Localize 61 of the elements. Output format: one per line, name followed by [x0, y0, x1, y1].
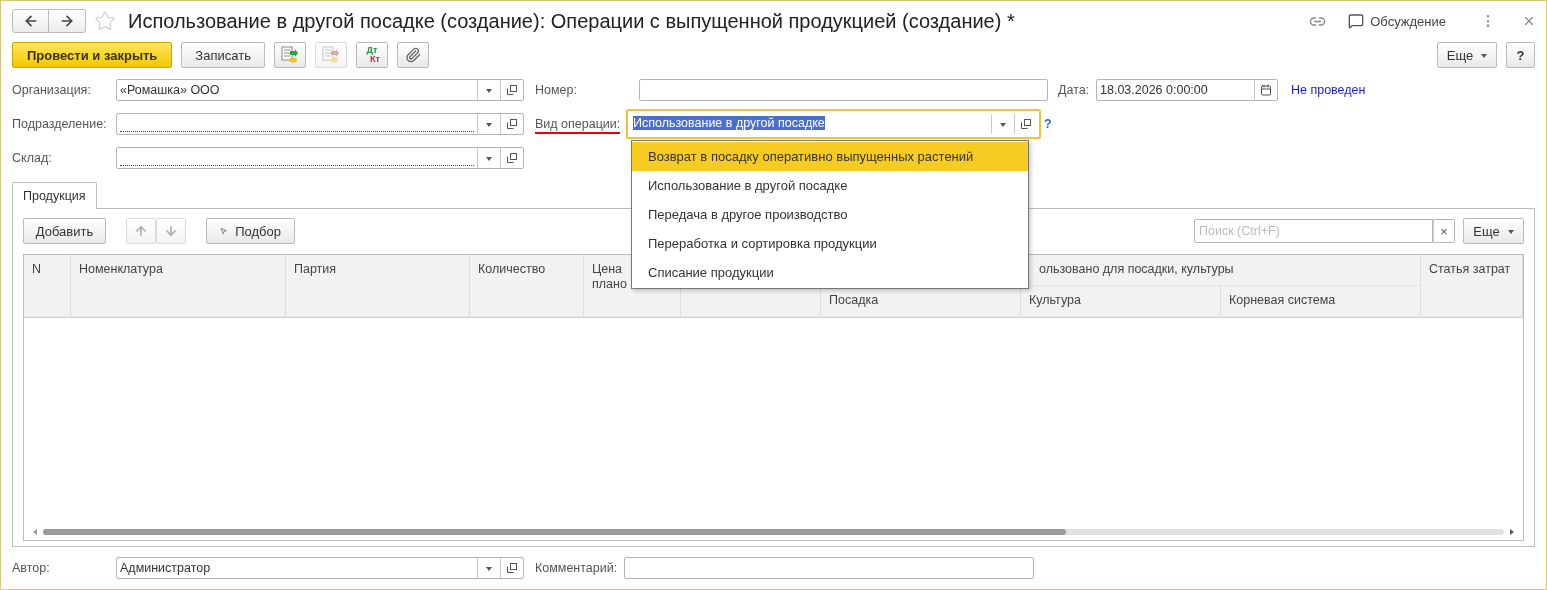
menu-item[interactable]: Возврат в посадку оперативно выпущенных растений	[632, 142, 1028, 171]
chat-icon	[1348, 13, 1365, 29]
close-icon	[1522, 14, 1536, 28]
open-form-icon	[507, 119, 517, 129]
date-field[interactable]: 18.03.2026 0:00:00	[1096, 79, 1278, 101]
tab[interactable]: Продукция	[12, 182, 97, 209]
column-header: Номенклатура	[71, 255, 286, 317]
post-button[interactable]	[273, 42, 306, 68]
document-icon	[321, 46, 340, 64]
column-header: N	[24, 255, 71, 317]
input-field[interactable]: «Ромашка» ООО	[116, 79, 524, 101]
clear-button[interactable]: ×	[1433, 219, 1455, 243]
star-icon	[94, 10, 116, 32]
column-header: Количество	[470, 255, 584, 317]
open-form-icon	[1021, 119, 1031, 129]
save-button[interactable]: Записать	[181, 42, 265, 68]
author-field[interactable]: Администратор	[116, 557, 524, 579]
open-form-icon	[507, 85, 517, 95]
attach-button[interactable]	[396, 42, 429, 68]
field-label: Дата:	[1058, 83, 1091, 97]
menu-item[interactable]: Передача в другое производство	[632, 200, 1028, 229]
field-label: Комментарий:	[535, 561, 619, 575]
number-field[interactable]	[639, 79, 1048, 101]
menu-item[interactable]: Переработка и сортировка продукции	[632, 229, 1028, 258]
arrow-right-icon	[59, 13, 75, 29]
column-header: Статья затрат	[1421, 255, 1523, 317]
document-icon	[280, 46, 299, 64]
forward-button[interactable]	[49, 9, 86, 33]
comment-field[interactable]	[624, 557, 1034, 579]
open-form-icon	[507, 153, 517, 163]
window-title: Использование в другой посадке (создание): Операции с выпущенной продукцией (создание) *	[128, 9, 1015, 33]
post-and-close-button[interactable]: Провести и закрыть	[12, 42, 173, 68]
back-button[interactable]	[12, 9, 49, 33]
more-button[interactable]: Еще	[1463, 218, 1524, 244]
search-field[interactable]: Поиск (Ctrl+F)	[1194, 219, 1433, 243]
add-button[interactable]: Добавить	[23, 218, 106, 244]
column-header: Корневая система	[1221, 286, 1421, 317]
status-link[interactable]: Не проведен	[1291, 83, 1366, 97]
accounting-entries-button[interactable]: Дт Кт	[355, 42, 388, 68]
open-form-icon	[507, 563, 517, 573]
menu-item[interactable]: Списание продукции	[632, 258, 1028, 287]
field-label: Автор:	[12, 561, 51, 575]
operation-field[interactable]: Использование в другой посадке	[626, 109, 1041, 139]
input-field[interactable]	[116, 113, 524, 135]
field-label: Склад:	[12, 151, 53, 165]
arrow-down-icon	[164, 224, 178, 238]
field-label: Подразделение:	[12, 117, 108, 131]
close-button[interactable]	[1522, 14, 1536, 28]
calendar-icon	[1260, 84, 1272, 96]
paperclip-icon	[404, 47, 421, 63]
field-label: Организация:	[12, 83, 92, 97]
help-button[interactable]: ?	[1506, 42, 1535, 68]
column-header: Партия	[286, 255, 470, 317]
field-label: Вид операции:	[535, 117, 626, 131]
help-link[interactable]: ?	[1044, 117, 1052, 131]
menu-item[interactable]: Использование в другой посадке	[632, 171, 1028, 200]
discussion-button[interactable]: Обсуждение	[1348, 13, 1446, 29]
field-label: Номер:	[535, 83, 578, 97]
input-field[interactable]	[116, 147, 524, 169]
more-button[interactable]: Еще	[1437, 42, 1497, 68]
pick-button[interactable]: Подбор	[206, 218, 295, 244]
